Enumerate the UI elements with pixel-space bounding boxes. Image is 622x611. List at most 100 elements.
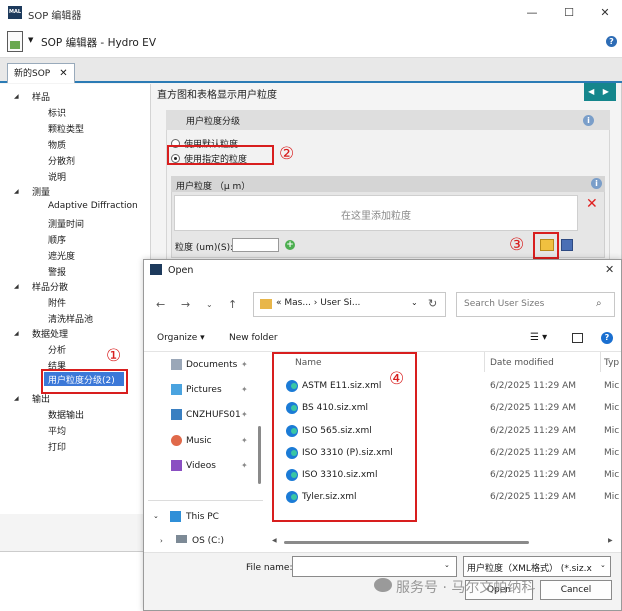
tree-item[interactable]: 清洗样品池 [48, 312, 93, 325]
tree-item[interactable]: 颗粒类型 [48, 122, 84, 135]
chevron-down-icon[interactable]: ⌄ [444, 561, 450, 569]
tree-item[interactable]: Adaptive Diffraction [48, 201, 138, 211]
page-nav-arrows[interactable]: ◀ ▶ [584, 83, 616, 101]
column-type[interactable]: Typ [604, 358, 619, 368]
panel-heading: 直方图和表格显示用户粒度 [157, 90, 277, 101]
custom-size-title: 用户粒度 （μ m） [176, 182, 251, 192]
size-input[interactable] [232, 238, 279, 252]
horizontal-scrollbar[interactable] [284, 541, 529, 544]
window-title: SOP 编辑器 [28, 11, 82, 22]
file-date: 6/2/2025 11:29 AM [490, 492, 577, 502]
tree-item[interactable]: 数据输出 [48, 408, 84, 421]
maximize-button[interactable]: ☐ [558, 4, 580, 22]
search-icon[interactable]: ⌕ [596, 298, 602, 309]
app-title: SOP 编辑器 - Hydro EV [41, 37, 157, 49]
command-bar [144, 326, 621, 352]
tab-new-sop[interactable]: 新的SOP ✕ [7, 63, 75, 83]
forward-arrow-icon[interactable]: → [181, 298, 190, 311]
annotation-number-1: ① [106, 346, 122, 366]
scroll-right-icon[interactable]: ▶ [608, 537, 613, 544]
document-icon[interactable] [7, 31, 23, 52]
info-icon[interactable]: i [591, 178, 602, 189]
file-type: Mic [604, 403, 620, 413]
nav-pictures[interactable]: Pictures [186, 385, 222, 395]
add-size-icon[interactable]: + [285, 240, 295, 250]
nav-videos[interactable]: Videos [186, 461, 216, 471]
tree-group-dispersion[interactable]: 样品分散 [32, 280, 68, 293]
tree-item[interactable]: 警报 [48, 265, 66, 278]
file-type: Mic [604, 426, 620, 436]
address-path[interactable]: « Mas... › User Si... [276, 298, 360, 308]
expand-icon[interactable]: ◢ [14, 330, 19, 337]
expand-icon[interactable]: ◢ [14, 93, 19, 100]
expand-icon[interactable]: ◢ [14, 395, 19, 402]
nav-os-c[interactable]: OS (C:) [192, 536, 224, 546]
up-arrow-icon[interactable]: ↑ [228, 298, 237, 311]
nav-scrollbar[interactable] [258, 426, 261, 484]
nav-documents[interactable]: Documents [186, 360, 237, 370]
nav-cnzhufs01[interactable]: CNZHUFS01 [186, 410, 241, 420]
file-name-input[interactable] [292, 556, 457, 577]
divider [484, 352, 485, 372]
tree-item[interactable]: 标识 [48, 106, 66, 119]
help-icon[interactable]: ? [601, 332, 613, 344]
annotation-box-1 [41, 369, 128, 394]
file-date: 6/2/2025 11:29 AM [490, 426, 577, 436]
expand-icon[interactable]: ◢ [14, 283, 19, 290]
tree-item[interactable]: 物质 [48, 138, 66, 151]
tree-item[interactable]: 分散剂 [48, 154, 75, 167]
tree-group-sample[interactable]: 样品 [32, 90, 50, 103]
tree-item[interactable]: 打印 [48, 440, 66, 453]
tree-group-measure[interactable]: 测量 [32, 185, 50, 198]
tree-item[interactable]: 附件 [48, 296, 66, 309]
tree-group-data-processing[interactable]: 数据处理 [32, 327, 68, 340]
chevron-down-icon[interactable]: ▼ [28, 36, 33, 44]
new-folder-button[interactable]: New folder [229, 333, 278, 343]
chevron-down-icon[interactable]: ⌄ [411, 298, 418, 307]
help-icon[interactable]: ? [606, 36, 617, 47]
dialog-app-icon [150, 264, 162, 275]
tab-close-icon[interactable]: ✕ [59, 68, 67, 79]
app-logo-icon: MAL [8, 6, 22, 19]
videos-icon [171, 460, 182, 471]
sop-tree: ◢ 样品 标识 颗粒类型 物质 分散剂 说明 ◢ 测量 Adaptive Dif… [0, 84, 151, 514]
scroll-left-icon[interactable]: ◀ [272, 537, 277, 544]
tree-item[interactable]: 说明 [48, 170, 66, 183]
delete-size-icon[interactable]: ✕ [586, 196, 598, 212]
view-options-icon[interactable]: ☰ ▾ [530, 332, 547, 343]
file-date: 6/2/2025 11:29 AM [490, 403, 577, 413]
tree-item[interactable]: 顺序 [48, 233, 66, 246]
column-date-modified[interactable]: Date modified [490, 358, 554, 368]
group-title: 用户粒度分级 [186, 117, 241, 127]
back-arrow-icon[interactable]: ← [156, 298, 165, 311]
file-date: 6/2/2025 11:29 AM [490, 470, 577, 480]
tree-item[interactable]: 测量时间 [48, 217, 84, 230]
organize-button[interactable]: Organize ▾ [157, 333, 205, 343]
file-type: Mic [604, 381, 620, 391]
preview-pane-icon[interactable] [572, 333, 583, 343]
search-input[interactable]: Search User Sizes [464, 299, 544, 309]
annotation-box-3 [533, 232, 559, 259]
close-button[interactable]: ✕ [594, 4, 616, 22]
tree-item[interactable]: 分析 [48, 343, 66, 356]
pin-icon: ✦ [241, 385, 248, 394]
minimize-button[interactable]: — [521, 4, 543, 22]
refresh-icon[interactable]: ↻ [428, 297, 437, 310]
dialog-close-icon[interactable]: ✕ [605, 263, 614, 276]
recent-chevron-icon[interactable]: ⌄ [206, 300, 213, 309]
cancel-button[interactable]: Cancel [540, 580, 612, 600]
pc-icon [170, 511, 181, 522]
expand-icon[interactable]: ◢ [14, 188, 19, 195]
chevron-right-icon[interactable]: › [160, 537, 163, 545]
tree-item[interactable]: 平均 [48, 424, 66, 437]
nav-this-pc[interactable]: This PC [186, 512, 219, 522]
annotation-number-3: ③ [509, 235, 525, 255]
nav-music[interactable]: Music [186, 436, 212, 446]
size-label: 粒度 (um)(S): [175, 243, 234, 253]
pin-icon: ✦ [241, 410, 248, 419]
save-icon[interactable] [561, 239, 573, 251]
tree-item[interactable]: 遮光度 [48, 249, 75, 262]
info-icon[interactable]: i [583, 115, 594, 126]
chevron-down-icon[interactable]: ⌄ [600, 561, 606, 569]
chevron-down-icon[interactable]: ⌄ [153, 512, 159, 520]
